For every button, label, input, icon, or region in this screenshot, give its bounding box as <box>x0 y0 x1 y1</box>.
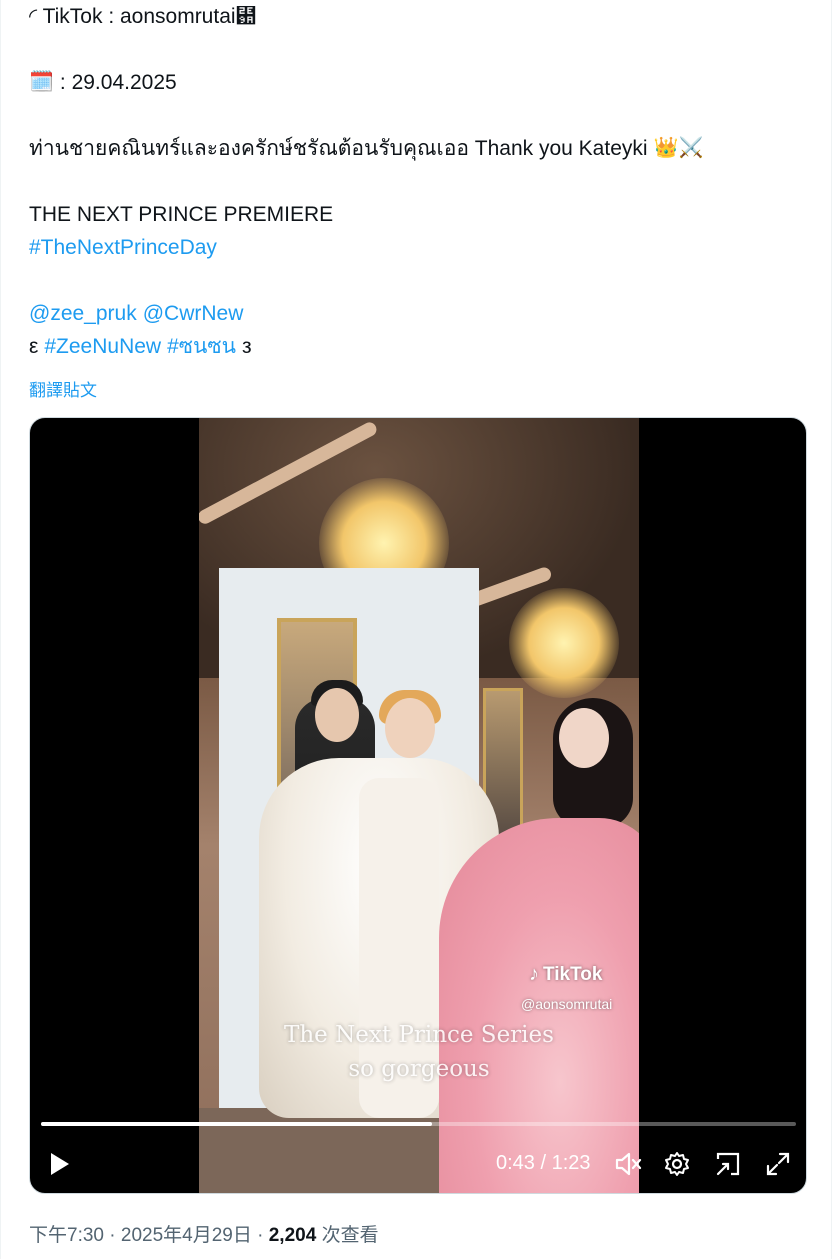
volume-icon <box>615 1152 642 1176</box>
fullscreen-icon <box>766 1152 790 1176</box>
translate-post-link[interactable]: 翻譯貼文 <box>29 376 97 401</box>
tiktok-handle: @aonsomrutai <box>521 996 613 1012</box>
video-caption-line1: The Next Prince Series <box>284 1022 554 1048</box>
thai-message-line: ท่านชายคณินทร์และองครักษ์ชรัณต้อนรับคุณเ… <box>29 132 819 165</box>
premiere-text: THE NEXT PRINCE PREMIERE <box>29 203 334 226</box>
calendar-icon: 🗓️ <box>29 71 54 93</box>
post-date[interactable]: 2025年4月29日 <box>121 1225 252 1246</box>
views-label: 次查看 <box>321 1225 379 1246</box>
video-frame[interactable]: ♪ TikTok @aonsomrutai The Next Prince Se… <box>199 418 639 1193</box>
tweet-body: ◜ TikTok : aonsomrutai⺚ 🗓️ : 29.04.2025 … <box>29 0 819 363</box>
tiktok-credit-text: ◜ TikTok : aonsomrutai⺚ <box>29 5 257 28</box>
mention-zee-pruk[interactable]: @zee_pruk <box>29 297 137 330</box>
bracket-left: ε <box>29 335 39 358</box>
prince-head <box>385 698 435 758</box>
chandelier <box>509 588 619 698</box>
thai-message-text: ท่านชายคณินทร์และองครักษ์ชรัณต้อนรับคุณเ… <box>29 137 648 160</box>
mentions-line: @zee_pruk @CwrNew <box>29 297 819 330</box>
separator: · <box>109 1225 116 1246</box>
crown-swords-icon: 👑⚔️ <box>653 137 704 159</box>
gear-icon <box>665 1152 689 1176</box>
play-button[interactable] <box>42 1144 78 1184</box>
tiktok-logo-text: TikTok <box>543 963 603 985</box>
princess-head <box>559 708 609 768</box>
tiktok-note-icon: ♪ <box>529 963 539 985</box>
hashtag-line: #TheNextPrinceDay <box>29 231 819 264</box>
separator: · <box>257 1225 264 1246</box>
hashtags-line: ε #ZeeNuNew #ซนซน з <box>29 330 819 363</box>
date-text: : 29.04.2025 <box>59 71 177 94</box>
play-icon <box>51 1153 69 1175</box>
hashtag-thai[interactable]: #ซนซน <box>167 330 236 363</box>
hashtag-thenextprinceday[interactable]: #TheNextPrinceDay <box>29 231 217 264</box>
picture-in-picture-icon <box>716 1152 740 1176</box>
progress-bar[interactable] <box>41 1122 796 1126</box>
progress-fill <box>41 1122 433 1126</box>
post-meta: 下午7:30 · 2025年4月29日 · 2,204 次查看 <box>29 1220 379 1247</box>
tiktok-watermark: ♪ TikTok <box>529 963 602 986</box>
fullscreen-button[interactable] <box>761 1144 795 1184</box>
bracket-right: з <box>242 335 252 358</box>
mention-cwrnew[interactable]: @CwrNew <box>143 297 244 330</box>
man-head <box>315 688 359 742</box>
tweet-card: ◜ TikTok : aonsomrutai⺚ 🗓️ : 29.04.2025 … <box>0 0 832 1259</box>
time-display: 0:43 / 1:23 <box>496 1152 591 1174</box>
settings-button[interactable] <box>660 1144 694 1184</box>
views-count: 2,204 <box>268 1225 317 1246</box>
video-controls: 0:43 / 1:23 <box>30 1144 806 1184</box>
video-player[interactable]: ♪ TikTok @aonsomrutai The Next Prince Se… <box>29 417 807 1194</box>
hashtag-zeenunew[interactable]: #ZeeNuNew <box>44 330 161 363</box>
post-time[interactable]: 下午7:30 <box>29 1225 104 1246</box>
volume-button[interactable] <box>612 1144 646 1184</box>
date-line: 🗓️ : 29.04.2025 <box>29 66 819 99</box>
tiktok-credit-line: ◜ TikTok : aonsomrutai⺚ <box>29 0 819 33</box>
video-caption-line2: so gorgeous <box>348 1056 490 1082</box>
picture-in-picture-button[interactable] <box>711 1144 745 1184</box>
premiere-line: THE NEXT PRINCE PREMIERE <box>29 198 819 231</box>
